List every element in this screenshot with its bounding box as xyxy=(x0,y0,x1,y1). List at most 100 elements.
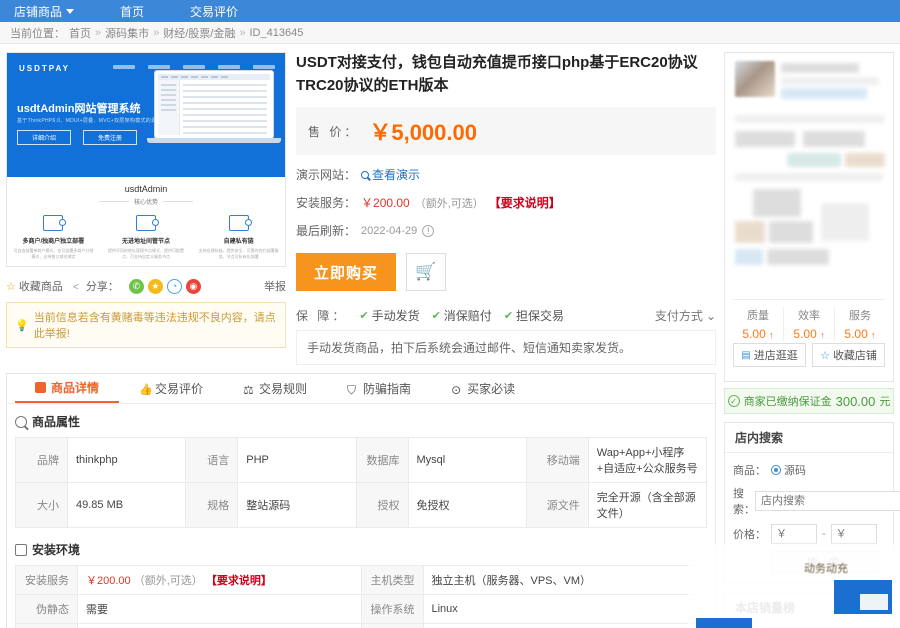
price-range-row: 价格： - xyxy=(733,524,885,544)
price-max-input[interactable] xyxy=(831,524,877,544)
search-label: 搜索： xyxy=(733,485,755,517)
tab-anti-fraud-guide[interactable]: ⛉ 防骗指南 xyxy=(327,374,431,403)
thumbnail-buttons: 详细介绍 免费注册 xyxy=(17,130,137,145)
env-key: 操作系统 xyxy=(361,595,423,624)
feature-name: 无进地址间管节点 xyxy=(100,236,193,245)
qq-share-icon[interactable]: ◔ xyxy=(167,279,182,294)
product-thumbnail[interactable]: USDTPAY usdtAdmin网站管理系统 基于ThinkPHP6.0、MD… xyxy=(6,52,286,267)
nav-item-store-goods[interactable]: 店铺商品 xyxy=(14,3,74,20)
section-title-label: 安装环境 xyxy=(32,541,80,558)
breadcrumb-separator: » xyxy=(239,27,245,39)
top-navigation-bar: 店铺商品 首页 交易评价 xyxy=(0,0,900,22)
rating-service: 服务 5.00 ↑ xyxy=(835,307,885,341)
deposit-prefix: 商家已缴纳保证金 xyxy=(744,393,832,409)
weibo-share-icon[interactable]: ◉ xyxy=(186,279,201,294)
breadcrumb-item-home[interactable]: 首页 xyxy=(69,25,91,41)
install-label: 安装服务： xyxy=(296,194,356,211)
check-circle-icon: ✔ xyxy=(504,309,513,322)
guarantee-tag-escrow[interactable]: ✔ 担保交易 xyxy=(504,307,564,324)
nav-item-home[interactable]: 首页 xyxy=(120,3,144,20)
install-price: ￥200.00 xyxy=(361,194,410,211)
view-demo-link[interactable]: 查看演示 xyxy=(361,166,420,183)
add-to-cart-button[interactable]: 🛒 xyxy=(406,253,446,291)
store-search-body: 商品： 源码 搜索： 价格： - 搜 索 xyxy=(725,453,893,583)
breadcrumb: 当前位置： 首页 » 源码集市 » 财经/股票/金融 » ID_413645 xyxy=(0,22,900,44)
tab-transaction-reviews[interactable]: 👍 交易评价 xyxy=(119,374,223,403)
breadcrumb-item-category[interactable]: 财经/股票/金融 xyxy=(163,25,235,41)
bulb-icon: 💡 xyxy=(15,319,29,332)
seller-row-blurred xyxy=(735,173,883,181)
tab-label: 交易评价 xyxy=(155,380,203,397)
illegal-content-warning[interactable]: 💡 当前信息若含有黄赌毒等违法违规不良内容，请点此举报! xyxy=(6,302,286,348)
table-row: 大小 49.85 MB 规格 整站源码 授权 免授权 源文件 完全开源（含全部源… xyxy=(16,483,707,528)
info-circle-icon[interactable]: ! xyxy=(422,225,434,237)
star-outline-icon: ☆ xyxy=(820,349,830,362)
guarantee-tag-manual-shipping[interactable]: ✔ 手动发货 xyxy=(359,307,419,324)
env-key: 主机类型 xyxy=(361,566,423,595)
attributes-section-title: 商品属性 xyxy=(7,404,715,437)
thumbnail-features: 多商户/独商户独立部署 可自由部署单商户模式，也可部署多商户分销模式，支持独立域… xyxy=(7,215,285,260)
buy-now-button[interactable]: 立即购买 xyxy=(296,253,396,291)
demo-label: 演示网站： xyxy=(296,166,356,183)
product-action-row: ☆ 收藏商品 分享： ✆ ★ ◔ ◉ 举报 xyxy=(6,273,286,299)
seller-row-blurred xyxy=(735,115,885,123)
tab-product-detail[interactable]: 商品详情 xyxy=(15,374,119,403)
deposit-unit: 元 xyxy=(879,393,890,409)
attr-value: 49.85 MB xyxy=(68,483,186,528)
env-key: web服务 xyxy=(361,624,423,628)
store-search-submit-button[interactable]: 搜 索 xyxy=(771,551,879,573)
rating-value-group: 5.00 ↑ xyxy=(835,327,885,341)
rating-value-group: 5.00 ↑ xyxy=(733,327,783,341)
qzone-share-icon[interactable]: ★ xyxy=(148,279,163,294)
rating-value: 5.00 xyxy=(793,327,816,341)
thumbs-up-icon: 👍 xyxy=(139,383,150,394)
breadcrumb-separator: » xyxy=(153,27,159,39)
env-key: 安装方式 xyxy=(16,624,78,628)
tab-label: 交易规则 xyxy=(259,380,307,397)
multi-merchant-icon xyxy=(43,215,63,231)
favorite-store-button[interactable]: ☆ 收藏店铺 xyxy=(812,343,885,367)
tab-buyer-must-read[interactable]: ⊙ 买家必读 xyxy=(431,374,535,403)
attr-value: Wap+App+小程序+自适应+公众服务号 xyxy=(588,438,706,483)
rating-label: 质量 xyxy=(733,307,783,323)
sales-rank-title: 本店销量榜 xyxy=(725,593,893,623)
table-row: 伪静态 需要 操作系统 Linux xyxy=(16,595,707,624)
attr-key: 大小 xyxy=(16,483,68,528)
nav-item-transaction-reviews[interactable]: 交易评价 xyxy=(190,3,238,20)
shopping-cart-icon: 🛒 xyxy=(415,262,436,282)
collect-product-button[interactable]: ☆ 收藏商品 xyxy=(6,278,63,294)
thumbnail-feature: 自建私有链 支持自建私链，提供安全、可靠的合约部署服务，节点可私有化部署 xyxy=(192,215,285,260)
product-price: ￥5,000.00 xyxy=(369,115,477,147)
env-install-requirement-link[interactable]: 【要求说明】 xyxy=(206,575,272,587)
seller-block-blurred xyxy=(735,249,763,265)
laptop-mockup-icon xyxy=(155,71,273,143)
table-row: 安装服务 ￥200.00 （额外,可选） 【要求说明】 主机类型 独立主机（服务… xyxy=(16,566,707,595)
wechat-share-icon[interactable]: ✆ xyxy=(129,279,144,294)
report-button[interactable]: 举报 xyxy=(264,278,286,294)
goods-radio-source[interactable]: 源码 xyxy=(771,462,806,478)
env-value-install-service: ￥200.00 （额外,可选） 【要求说明】 xyxy=(78,566,362,595)
keyword-row: 搜索： xyxy=(733,485,885,517)
goods-option-label: 源码 xyxy=(784,462,806,478)
nav-item-label: 首页 xyxy=(120,3,144,20)
seller-tag-blurred xyxy=(845,153,885,167)
price-range-separator: - xyxy=(822,528,826,540)
deposit-amount: 300.00 xyxy=(836,394,876,409)
payment-method-toggle[interactable]: 支付方式 ⌄ xyxy=(655,307,716,324)
price-min-input[interactable] xyxy=(771,524,817,544)
guarantee-tag-compensation[interactable]: ✔ 消保赔付 xyxy=(432,307,492,324)
page-body: USDTPAY usdtAdmin网站管理系统 基于ThinkPHP6.0、MD… xyxy=(0,44,900,628)
env-install-price: ￥200.00 xyxy=(86,575,131,587)
env-value: nginx xyxy=(423,624,707,628)
store-sales-rank-panel: 本店销量榜 xyxy=(724,592,894,628)
view-demo-label: 查看演示 xyxy=(372,166,420,183)
store-search-input[interactable] xyxy=(755,491,900,511)
install-requirement-link[interactable]: 【要求说明】 xyxy=(489,194,561,211)
visit-store-button[interactable]: ▤ 进店逛逛 xyxy=(733,343,806,367)
breadcrumb-item-market[interactable]: 源码集市 xyxy=(105,25,149,41)
attr-value: 免授权 xyxy=(408,483,526,528)
env-value: Linux xyxy=(423,595,707,624)
arrow-up-icon: ↑ xyxy=(871,330,876,340)
tab-transaction-rules[interactable]: ⚖ 交易规则 xyxy=(223,374,327,403)
detail-icon xyxy=(35,382,46,393)
